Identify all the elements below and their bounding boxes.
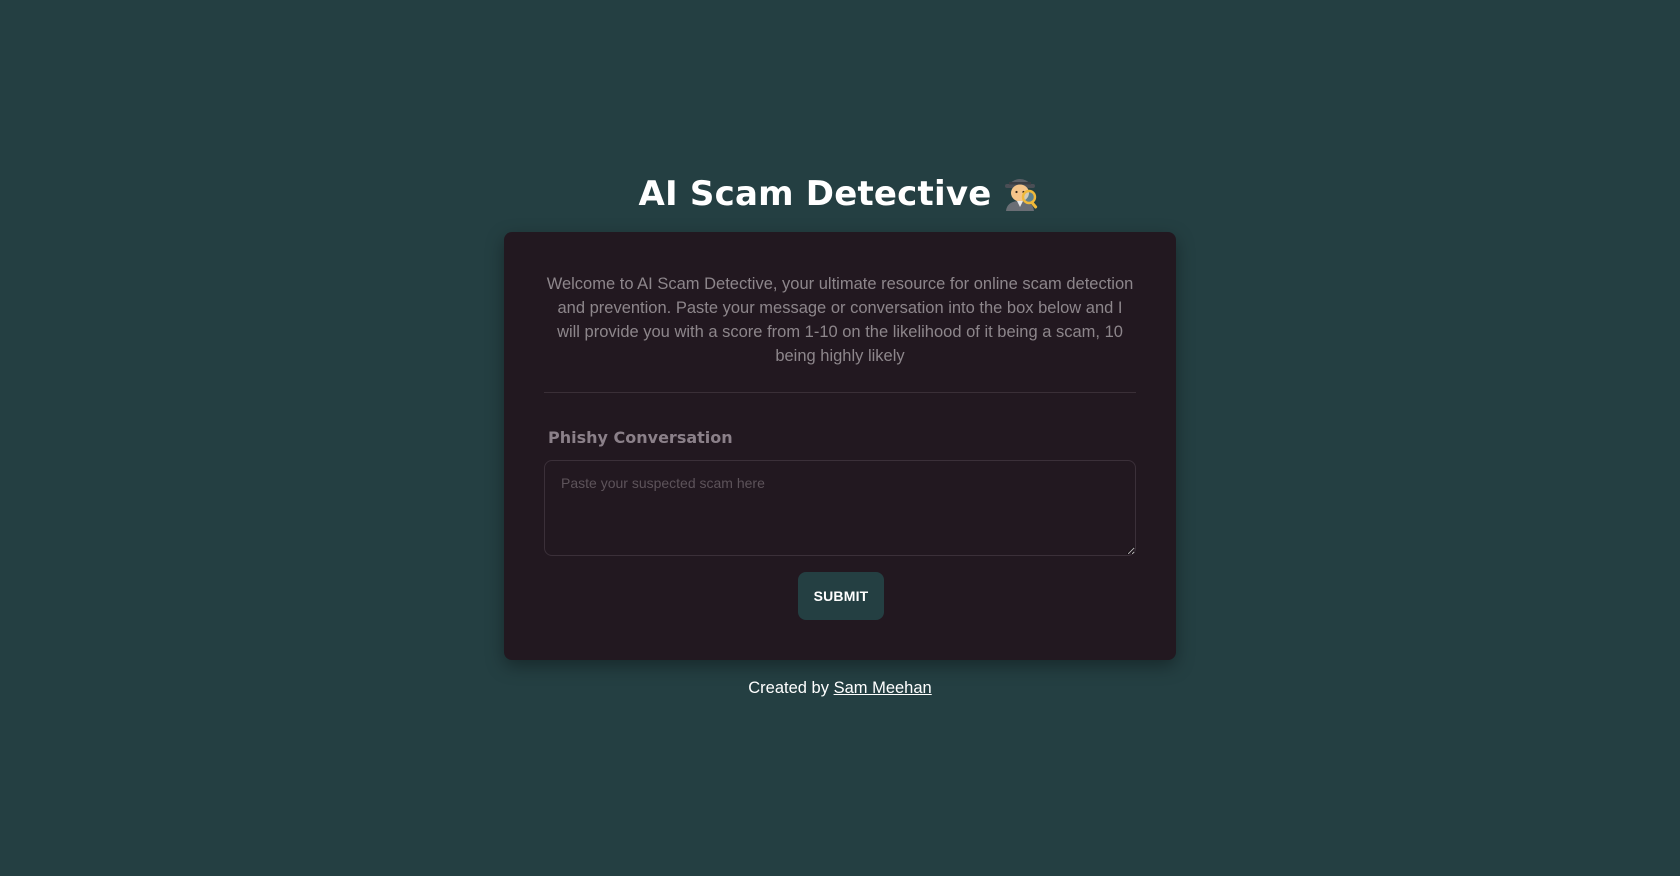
detective-emoji-icon: [1005, 179, 1038, 211]
scam-input[interactable]: [544, 460, 1136, 556]
field-label: Phishy Conversation: [548, 428, 733, 447]
footer-prefix: Created by: [748, 679, 829, 697]
page: AI Scam Detective Welcome to AI Scam Det…: [0, 0, 1680, 876]
author-link[interactable]: Sam Meehan: [834, 679, 932, 697]
divider: [544, 392, 1136, 393]
main-card: Welcome to AI Scam Detective, your ultim…: [504, 232, 1176, 660]
footer: Created by Sam Meehan: [0, 676, 1680, 700]
submit-button[interactable]: SUBMIT: [798, 572, 884, 620]
page-title: AI Scam Detective: [0, 168, 1680, 220]
intro-text: Welcome to AI Scam Detective, your ultim…: [546, 275, 1134, 365]
page-title-text: AI Scam Detective: [638, 174, 992, 214]
